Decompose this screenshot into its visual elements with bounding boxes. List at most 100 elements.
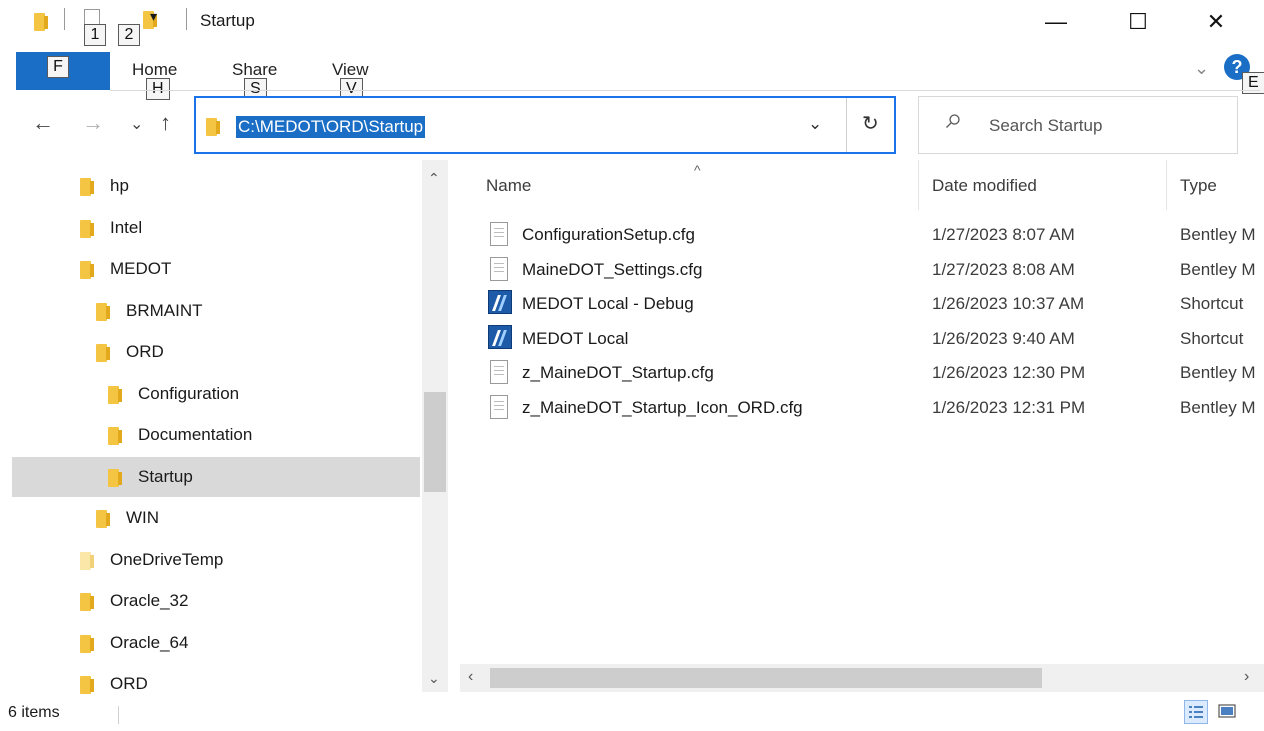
- recent-locations-button[interactable]: ⌄: [130, 114, 143, 134]
- folder-icon: [206, 116, 222, 136]
- nav-item-label: hp: [110, 176, 129, 195]
- cfg-file-icon: [490, 394, 508, 419]
- folder-icon: [96, 508, 112, 528]
- status-bar: 6 items: [0, 700, 1264, 731]
- tab-home[interactable]: Home: [132, 60, 177, 80]
- scroll-left-icon[interactable]: ‹: [468, 668, 473, 686]
- nav-item-label: ORD: [110, 674, 148, 693]
- file-row[interactable]: z_MaineDOT_Startup_Icon_ORD.cfg 1/26/2023…: [480, 391, 1264, 425]
- titlebar-divider: [64, 8, 65, 30]
- nav-item-hp[interactable]: hp: [12, 166, 420, 206]
- search-input[interactable]: Search Startup: [989, 116, 1102, 136]
- nav-item-label: WIN: [126, 508, 160, 527]
- scroll-up-icon[interactable]: ⌃: [428, 170, 440, 187]
- search-icon: [946, 114, 960, 128]
- address-input[interactable]: C:\MEDOT\ORD\Startup: [236, 116, 426, 138]
- maximize-button[interactable]: ☐: [1112, 0, 1164, 44]
- cfg-file-icon: [490, 256, 508, 281]
- file-row[interactable]: MEDOT Local 1/26/2023 9:40 AM Shortcut: [480, 322, 1264, 356]
- file-type: Bentley M: [1180, 363, 1256, 382]
- address-bar[interactable]: C:\MEDOT\ORD\Startup ⌄ ↻: [194, 96, 896, 154]
- titlebar-divider-2: [186, 8, 187, 30]
- nav-item-brmaint[interactable]: BRMAINT: [12, 291, 420, 331]
- nav-item-win[interactable]: WIN: [12, 498, 420, 538]
- shortcut-icon: [488, 290, 512, 314]
- file-date-modified: 1/27/2023 8:08 AM: [932, 259, 1075, 279]
- file-row[interactable]: ConfigurationSetup.cfg 1/27/2023 8:07 AM B…: [480, 218, 1264, 252]
- nav-item-configuration[interactable]: Configuration: [12, 374, 420, 414]
- horizontal-scroll-thumb[interactable]: [490, 668, 1042, 688]
- nav-item-oracle-64[interactable]: Oracle_64: [12, 623, 420, 663]
- file-date-modified: 1/26/2023 12:31 PM: [932, 397, 1086, 417]
- up-button[interactable]: ↑: [160, 110, 171, 136]
- nav-item-intel[interactable]: Intel: [12, 208, 420, 248]
- nav-item-label: OneDriveTemp: [110, 549, 224, 569]
- file-name: z_MaineDOT_Startup.cfg: [522, 363, 714, 382]
- file-row[interactable]: z_MaineDOT_Startup.cfg 1/26/2023 12:30 PM…: [480, 356, 1264, 390]
- keytip-file: F: [47, 56, 69, 78]
- nav-item-documentation[interactable]: Documentation: [12, 415, 420, 455]
- address-row: ← → ⌄ ↑ C:\MEDOT\ORD\Startup ⌄ ↻ Search …: [0, 96, 1264, 158]
- column-divider[interactable]: [1166, 160, 1167, 210]
- file-row[interactable]: MEDOT Local - Debug 1/26/2023 10:37 AM Sho…: [480, 287, 1264, 321]
- nav-item-ord[interactable]: ORD: [12, 332, 420, 372]
- file-row[interactable]: MaineDOT_Settings.cfg 1/27/2023 8:08 AM Be…: [480, 253, 1264, 287]
- navigation-pane: hp Intel MEDOT BRMAINT ORD Configuration Docum…: [0, 160, 448, 694]
- file-name: z_MaineDOT_Startup_Icon_ORD.cfg: [522, 397, 803, 417]
- forward-button[interactable]: →: [82, 110, 104, 136]
- large-icons-view-icon[interactable]: [1216, 700, 1240, 724]
- folder-icon: [80, 550, 96, 570]
- folder-icon: [80, 633, 96, 653]
- column-divider[interactable]: [918, 160, 919, 210]
- nav-item-medot[interactable]: MEDOT: [12, 249, 420, 289]
- tab-view[interactable]: View: [332, 60, 369, 80]
- search-box[interactable]: Search Startup: [918, 96, 1238, 154]
- status-divider: [118, 706, 119, 724]
- ribbon-divider: [110, 90, 1260, 91]
- nav-item-startup[interactable]: Startup: [12, 456, 420, 497]
- column-header-date[interactable]: Date modified: [932, 176, 1037, 196]
- nav-item-oracle-32[interactable]: Oracle_32: [12, 581, 420, 621]
- folder-icon: [108, 384, 124, 404]
- file-name: MaineDOT_Settings.cfg: [522, 259, 703, 279]
- file-type: Shortcut: [1180, 328, 1244, 348]
- nav-item-label: Documentation: [138, 425, 253, 444]
- file-date-modified: 1/27/2023 8:07 AM: [932, 225, 1075, 244]
- details-view-icon[interactable]: [1184, 700, 1208, 724]
- folder-icon: [80, 591, 96, 611]
- folder-icon: [80, 674, 96, 694]
- customize-quick-access-button[interactable]: ▾: [150, 8, 157, 25]
- nav-item-onedrivetemp[interactable]: OneDriveTemp: [12, 540, 420, 580]
- folder-icon: [108, 425, 124, 445]
- file-type: Bentley M: [1180, 225, 1256, 244]
- expand-ribbon-button[interactable]: ⌄: [1194, 58, 1209, 79]
- folder-icon: [108, 467, 124, 487]
- tab-share[interactable]: Share: [232, 60, 277, 80]
- file-type: Shortcut: [1180, 294, 1244, 313]
- file-name: MEDOT Local - Debug: [522, 294, 694, 313]
- minimize-button[interactable]: —: [1030, 0, 1082, 44]
- close-button[interactable]: ✕: [1190, 0, 1242, 44]
- cfg-file-icon: [490, 360, 508, 384]
- file-date-modified: 1/26/2023 10:37 AM: [932, 294, 1085, 313]
- column-header-type[interactable]: Type: [1180, 176, 1217, 196]
- folder-icon: [34, 11, 50, 31]
- file-type: Bentley M: [1180, 397, 1256, 417]
- nav-scroll-thumb[interactable]: [424, 392, 446, 492]
- file-name: MEDOT Local: [522, 328, 629, 348]
- keytip-1: 1: [84, 24, 106, 46]
- column-header-name[interactable]: Name: [486, 176, 531, 196]
- address-divider: [846, 98, 847, 152]
- scroll-down-icon[interactable]: ⌄: [428, 670, 440, 687]
- address-dropdown-button[interactable]: ⌄: [808, 114, 822, 134]
- file-date-modified: 1/26/2023 12:30 PM: [932, 363, 1086, 382]
- refresh-button[interactable]: ↻: [862, 111, 879, 136]
- nav-item-ord[interactable]: ORD: [12, 664, 420, 704]
- back-button[interactable]: ←: [32, 110, 54, 136]
- scroll-right-icon[interactable]: ›: [1244, 668, 1249, 686]
- file-tab[interactable]: F: [16, 52, 110, 90]
- file-horizontal-scrollbar[interactable]: ‹ ›: [460, 664, 1264, 692]
- folder-icon: [96, 301, 112, 321]
- nav-item-label: Oracle_64: [110, 632, 189, 652]
- folder-icon: [96, 342, 112, 362]
